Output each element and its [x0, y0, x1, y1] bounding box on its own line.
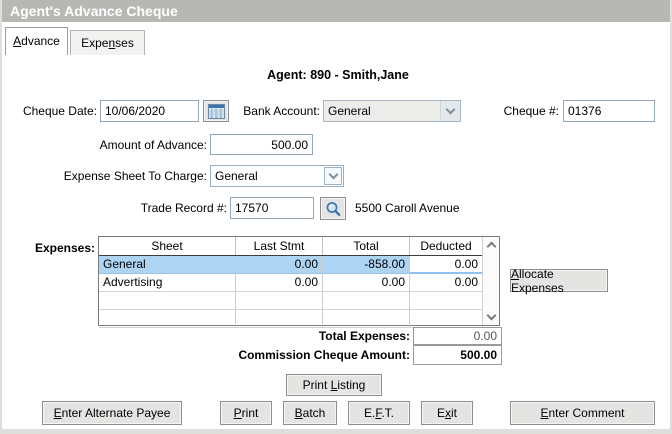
column-header-sheet[interactable]: Sheet: [99, 237, 236, 255]
bank-account-label: Bank Account:: [243, 104, 320, 118]
trade-record-search-button[interactable]: [320, 197, 346, 220]
agents-advance-cheque-window: Agent's Advance Cheque Advance Expenses …: [0, 0, 672, 434]
trade-record-address: 5500 Caroll Avenue: [355, 201, 460, 215]
trade-record-input[interactable]: [230, 197, 314, 219]
expenses-grid: Sheet Last Stmt Total Deducted General 0…: [99, 237, 482, 328]
agent-heading: Agent: 890 - Smith,Jane: [267, 68, 409, 82]
column-header-last-stmt[interactable]: Last Stmt: [236, 237, 323, 255]
bank-account-value: General: [328, 104, 371, 118]
trade-record-label: Trade Record #:: [140, 201, 227, 215]
table-row-general[interactable]: General 0.00 -858.00 0.00: [99, 256, 482, 274]
cell-last-stmt[interactable]: 0.00: [236, 256, 323, 274]
cheque-date-input[interactable]: [100, 100, 199, 122]
magnifier-icon: [326, 201, 341, 216]
table-row-empty: [99, 310, 482, 328]
cheque-date-label: Cheque Date:: [22, 104, 97, 118]
column-header-total[interactable]: Total: [323, 237, 410, 255]
bank-account-select[interactable]: General: [323, 100, 461, 122]
cell-sheet[interactable]: Advertising: [99, 274, 236, 292]
print-button[interactable]: Print: [220, 401, 272, 425]
chevron-down-icon: [440, 101, 460, 121]
expense-sheet-label: Expense Sheet To Charge:: [63, 169, 207, 183]
cheque-number-input[interactable]: [563, 100, 655, 122]
print-listing-button[interactable]: Print Listing: [286, 374, 382, 396]
cell-sheet[interactable]: General: [99, 256, 236, 274]
total-expenses-value: 0.00: [413, 327, 502, 345]
calendar-button[interactable]: [203, 100, 229, 122]
expenses-table: Sheet Last Stmt Total Deducted General 0…: [98, 236, 500, 328]
allocate-expenses-button[interactable]: Allocate Expenses: [510, 267, 608, 295]
column-header-deducted[interactable]: Deducted: [410, 237, 482, 255]
chevron-down-icon: [324, 167, 342, 185]
commission-cheque-amount-input[interactable]: 500.00: [413, 345, 502, 365]
calendar-icon: [207, 103, 225, 119]
enter-alternate-payee-button[interactable]: Enter Alternate Payee: [42, 401, 182, 425]
table-scrollbar[interactable]: [482, 237, 499, 325]
expense-sheet-select[interactable]: General: [210, 165, 344, 187]
scroll-down-icon[interactable]: [486, 310, 497, 321]
cell-deducted[interactable]: 0.00: [410, 274, 482, 292]
tab-expenses[interactable]: Expenses: [70, 30, 145, 55]
window-title: Agent's Advance Cheque: [2, 0, 670, 22]
eft-button[interactable]: E.F.T.: [348, 401, 410, 425]
amount-of-advance-input[interactable]: [210, 134, 313, 155]
cell-last-stmt[interactable]: 0.00: [236, 274, 323, 292]
exit-button[interactable]: Exit: [421, 401, 473, 425]
expense-sheet-value: General: [215, 169, 258, 183]
enter-comment-button[interactable]: Enter Comment: [510, 401, 655, 425]
table-row-advertising[interactable]: Advertising 0.00 0.00 0.00: [99, 274, 482, 292]
window-bottom-frame: [2, 429, 670, 434]
batch-button[interactable]: Batch: [283, 401, 337, 425]
total-expenses-label: Total Expenses:: [318, 329, 410, 343]
tab-advance[interactable]: Advance: [5, 27, 68, 55]
expenses-grid-header: Sheet Last Stmt Total Deducted: [99, 237, 482, 256]
cell-total[interactable]: 0.00: [323, 274, 410, 292]
expenses-label: Expenses:: [34, 241, 95, 255]
cell-deducted-editable[interactable]: 0.00: [410, 256, 482, 274]
cheque-number-label: Cheque #:: [503, 104, 559, 118]
table-row-empty: [99, 292, 482, 310]
scroll-up-icon[interactable]: [486, 241, 497, 252]
amount-of-advance-label: Amount of Advance:: [99, 138, 207, 152]
cell-total[interactable]: -858.00: [323, 256, 410, 274]
commission-cheque-amount-label: Commission Cheque Amount:: [238, 348, 410, 362]
